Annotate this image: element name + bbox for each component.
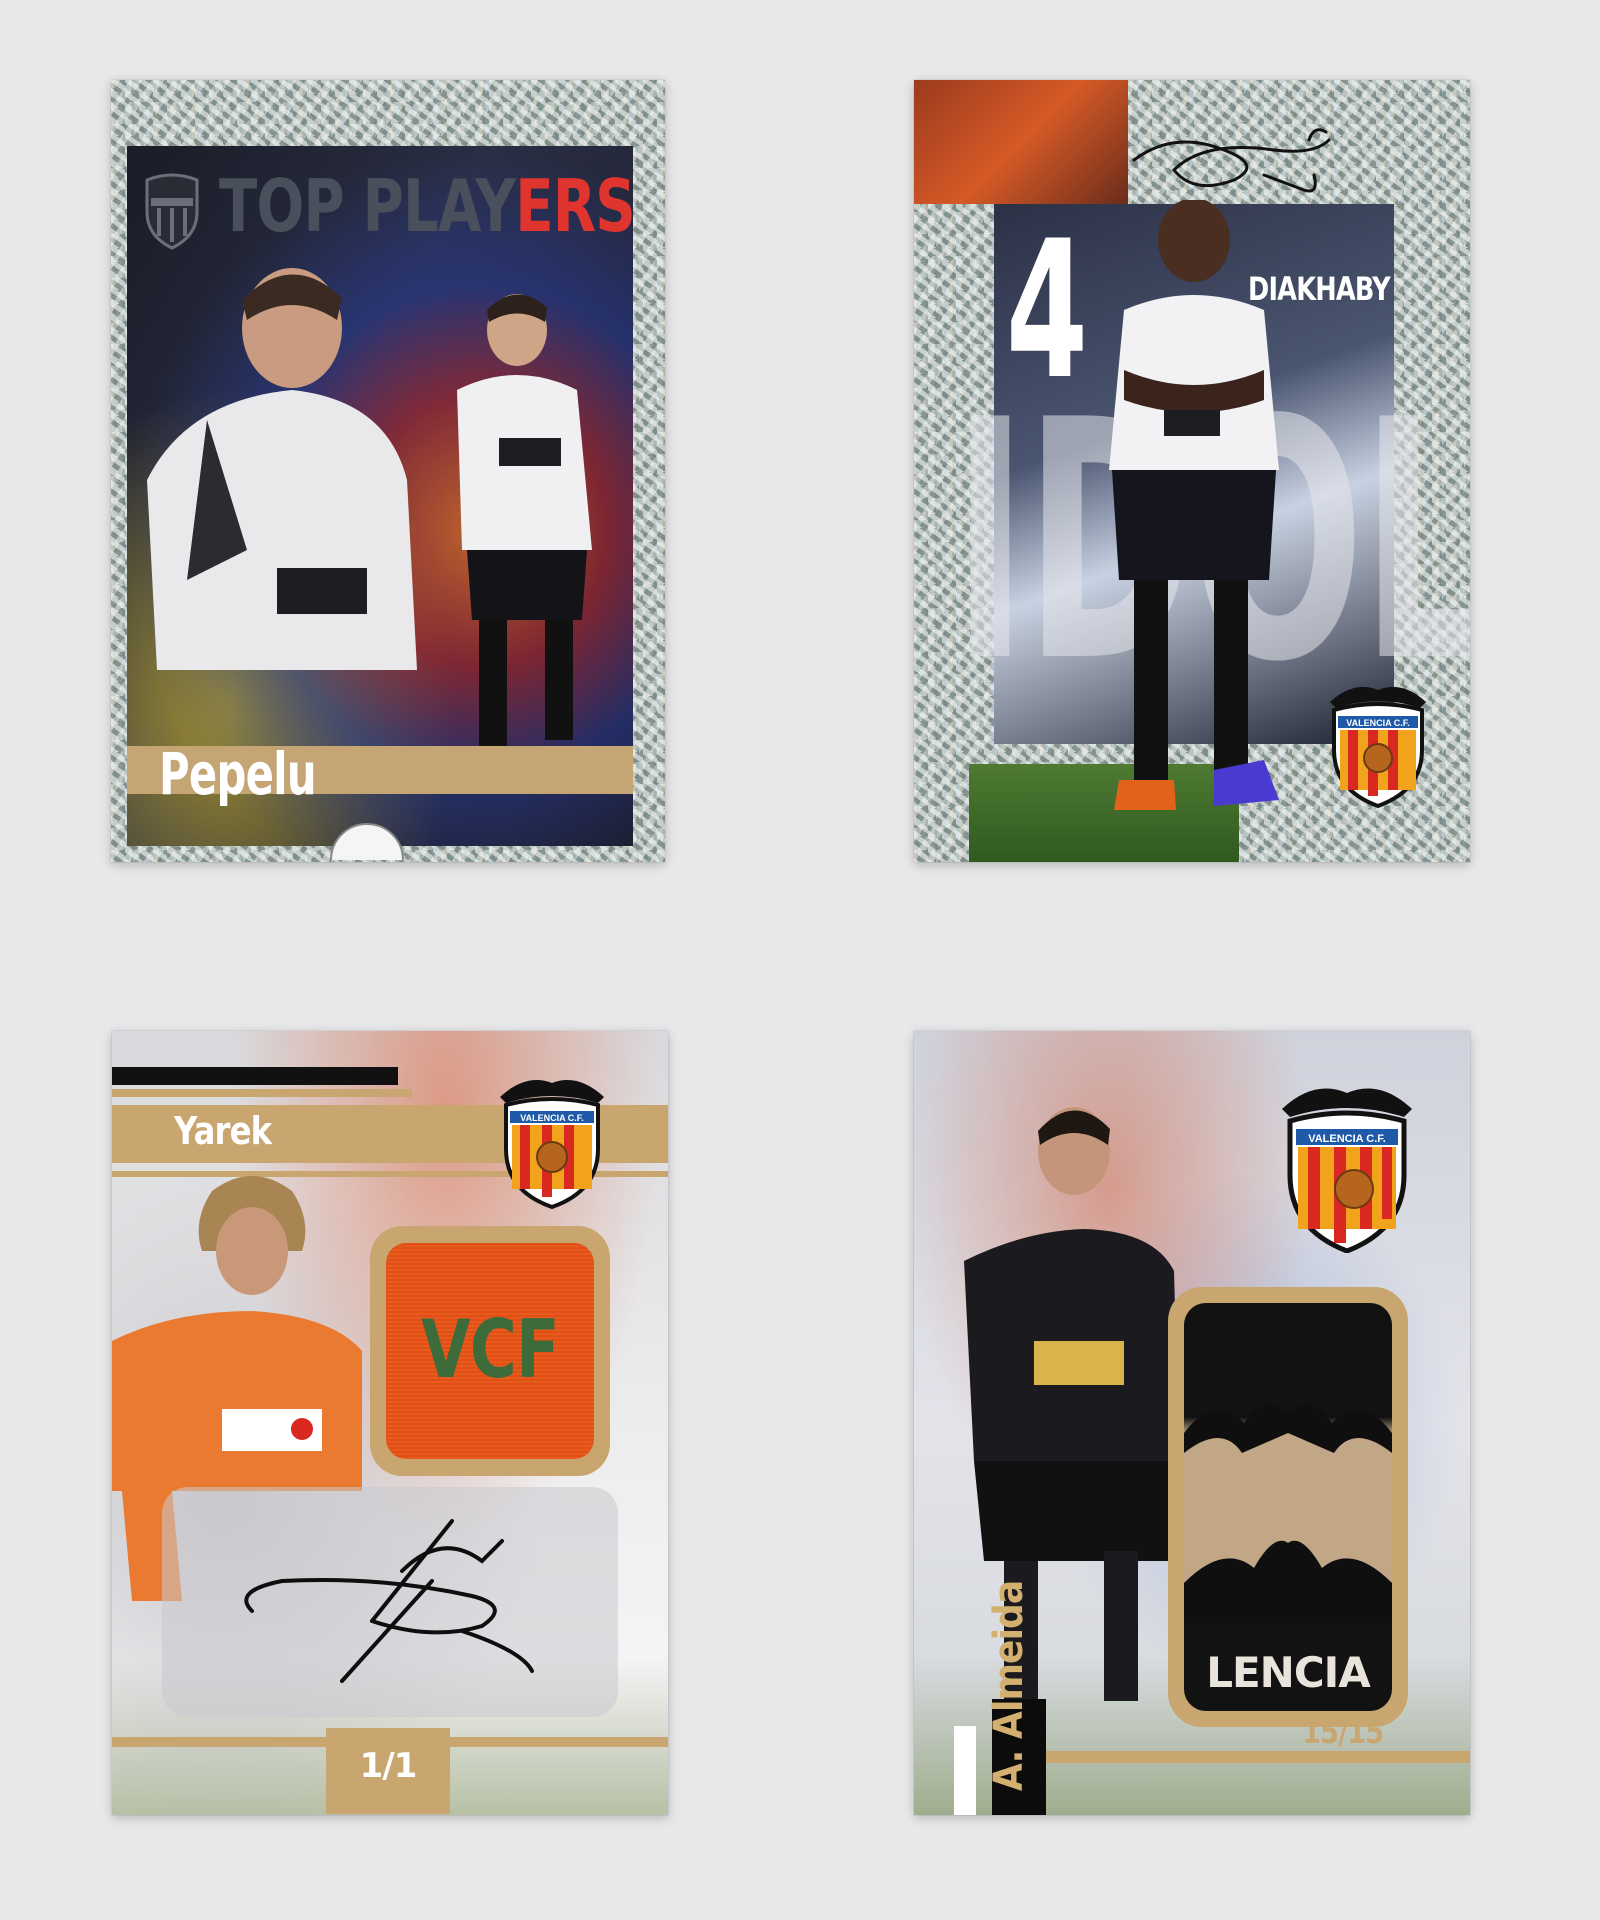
club-crest-icon bbox=[145, 173, 199, 250]
serial-number: 15/15 bbox=[1302, 1713, 1384, 1751]
accent-bar-black bbox=[112, 1067, 398, 1085]
set-title-main: TOP PLAY bbox=[219, 164, 516, 248]
club-crest-icon: VALENCIA C.F. bbox=[500, 1080, 604, 1209]
card-patch-auto-yarek[interactable]: Yarek VALENCIA C.F. VCF 1/1 bbox=[112, 1031, 668, 1815]
accent-bar-gold bbox=[112, 1089, 412, 1097]
player-name: A. Almeida bbox=[986, 1580, 1032, 1791]
club-crest-icon: VALENCIA C.F. bbox=[1330, 686, 1426, 808]
bottom-bar bbox=[1046, 1751, 1470, 1763]
svg-text:VALENCIA C.F.: VALENCIA C.F. bbox=[520, 1113, 584, 1123]
jersey-patch: LENCIA bbox=[1184, 1303, 1392, 1711]
svg-text:VALENCIA C.F.: VALENCIA C.F. bbox=[1346, 718, 1410, 728]
player-photo bbox=[964, 1107, 1179, 1761]
card-top-players[interactable]: TOP PLAYERS Pepelu bbox=[111, 80, 665, 862]
bat-emblem-icon bbox=[1184, 1405, 1392, 1623]
player-photo bbox=[1109, 200, 1279, 810]
autograph-signature bbox=[244, 1519, 534, 1683]
patch-text: LENCIA bbox=[1206, 1648, 1371, 1697]
player-name: Pepelu bbox=[159, 740, 317, 808]
svg-text:VALENCIA C.F.: VALENCIA C.F. bbox=[1308, 1133, 1386, 1145]
set-title: TOP PLAYERS bbox=[219, 164, 636, 248]
accent-stripe-white bbox=[954, 1726, 976, 1815]
club-crest-icon: VALENCIA C.F. bbox=[1282, 1088, 1412, 1253]
serial-number: 1/1 bbox=[359, 1746, 418, 1786]
serial-number-box: 1/1 bbox=[326, 1728, 450, 1814]
card-idols[interactable]: IDOLS 4 DIAKHABY VALENCIA C.F. bbox=[914, 80, 1470, 862]
accent-block bbox=[914, 80, 1128, 204]
card-patch-almeida[interactable]: VALENCIA C.F. LENCIA A. Almeida 15/15 bbox=[914, 1031, 1470, 1815]
patch-text: VCF bbox=[421, 1303, 560, 1396]
set-title-accent: ERS bbox=[515, 164, 636, 248]
autograph-signature bbox=[1132, 128, 1331, 193]
player-name: Yarek bbox=[174, 1109, 272, 1153]
